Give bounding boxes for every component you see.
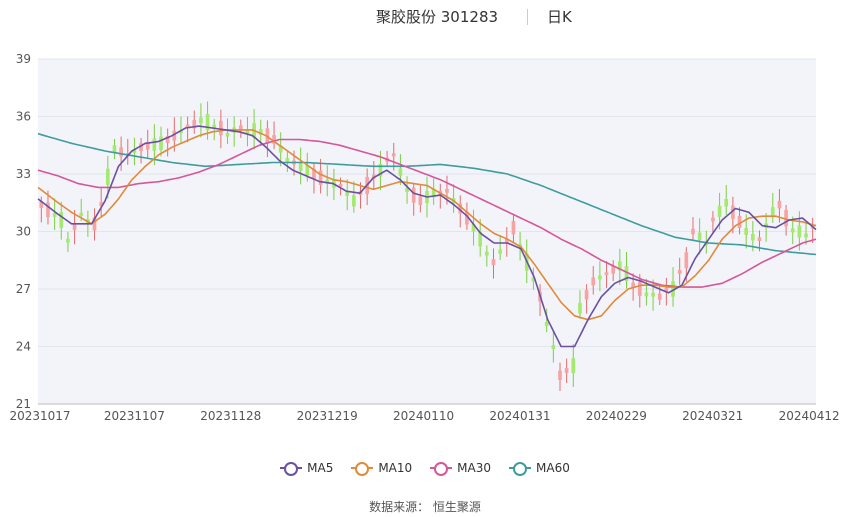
y-tick-label: 30 [16, 225, 31, 239]
candle-body [498, 249, 502, 254]
source-value: 恒生聚源 [432, 500, 481, 514]
x-tick-label: 20240131 [489, 409, 550, 423]
candle-body [345, 192, 350, 196]
candle-body [790, 228, 795, 233]
candle-body [657, 293, 662, 300]
candle-body [797, 225, 802, 238]
legend-label-ma10: MA10 [378, 461, 413, 475]
y-tick-label: 24 [16, 340, 31, 354]
candle-body [697, 232, 702, 241]
candle-body [744, 228, 749, 235]
candle-body [491, 259, 496, 266]
candle-body [717, 205, 722, 217]
candle-body [604, 272, 609, 276]
candle-body [485, 251, 489, 256]
candle-body [391, 153, 396, 157]
candle-body [684, 252, 689, 269]
x-tick-label: 20240229 [586, 409, 647, 423]
candle-body [644, 292, 649, 297]
candle-body [285, 157, 290, 162]
candle-body [804, 233, 808, 238]
candle-body [445, 188, 449, 193]
legend-swatch-ma30 [430, 462, 453, 476]
legend-item-ma30[interactable]: MA30 [430, 458, 491, 478]
y-tick-label: 39 [16, 52, 31, 66]
candle-body [578, 302, 582, 314]
legend-item-ma5[interactable]: MA5 [280, 458, 333, 478]
candle-body [724, 198, 729, 207]
candle-body [584, 289, 589, 300]
x-tick-label: 20240412 [779, 409, 840, 423]
x-tick-label: 20240321 [682, 409, 743, 423]
candle-body [677, 269, 682, 274]
candle-body [544, 322, 549, 326]
candle-body [591, 277, 596, 286]
candle-body [564, 368, 569, 373]
chart-legend: MA5 MA10 MA30 MA60 [0, 458, 850, 478]
candle-body [159, 136, 163, 151]
candle-body [199, 117, 203, 124]
candle-body [66, 238, 70, 243]
legend-label-ma60: MA60 [536, 461, 570, 475]
candle-body [318, 170, 323, 186]
candle-body [777, 200, 782, 209]
source-label: 数据来源： [369, 500, 430, 514]
legend-item-ma10[interactable]: MA10 [351, 458, 412, 478]
candle-body [398, 168, 403, 176]
candle-body [598, 275, 602, 280]
candle-body [757, 237, 762, 242]
x-tick-label: 20231017 [9, 409, 70, 423]
candle-body [105, 168, 110, 185]
candle-body [225, 132, 230, 137]
candle-body [551, 345, 556, 350]
y-tick-label: 27 [16, 282, 31, 296]
candle-body [219, 120, 223, 136]
candle-body [558, 370, 562, 381]
candle-body [352, 195, 356, 207]
legend-swatch-ma10 [351, 462, 374, 476]
candle-body [59, 212, 64, 228]
candle-body [152, 138, 157, 151]
x-tick-label: 20240110 [393, 409, 454, 423]
candle-body [637, 282, 642, 296]
x-tick-label: 20231128 [200, 409, 261, 423]
candle-body [751, 234, 755, 241]
candle-body [418, 196, 423, 206]
candle-body [79, 212, 84, 216]
y-tick-label: 36 [16, 110, 31, 124]
candle-body [711, 217, 715, 222]
x-tick-label: 20231107 [104, 409, 165, 423]
legend-swatch-ma60 [509, 462, 532, 476]
candle-body [411, 187, 416, 203]
legend-swatch-ma5 [280, 462, 303, 476]
candle-body [691, 228, 695, 235]
legend-label-ma5: MA5 [307, 461, 334, 475]
candle-body [119, 147, 123, 157]
legend-item-ma60[interactable]: MA60 [509, 458, 570, 478]
kline-chart: 3936333027242120231017 20231107 20231128 20… [9, 52, 840, 423]
y-tick-label: 33 [16, 167, 31, 181]
legend-label-ma30: MA30 [457, 461, 492, 475]
candle-body [651, 292, 655, 297]
candle-body [571, 358, 576, 374]
data-source: 数据来源： 恒生聚源 [0, 498, 850, 515]
x-tick-label: 20231219 [297, 409, 358, 423]
candle-body [511, 220, 516, 235]
